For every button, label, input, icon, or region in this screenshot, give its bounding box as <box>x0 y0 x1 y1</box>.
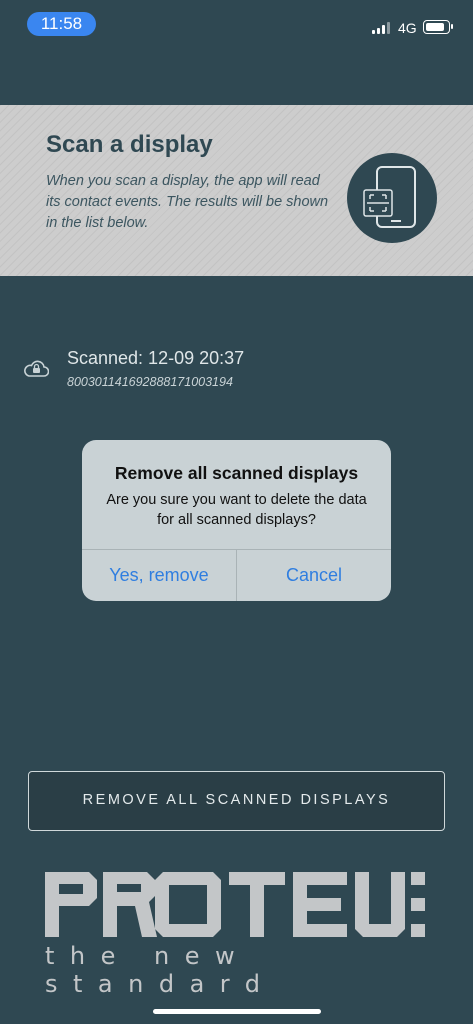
dialog-message: Are you sure you want to delete the data… <box>106 492 367 528</box>
scanned-id: 800301141692888171003194 <box>67 375 233 389</box>
yes-remove-button[interactable]: Yes, remove <box>82 550 236 601</box>
remove-confirm-dialog: Remove all scanned displays Are you sure… <box>82 440 391 601</box>
logo-tagline: the new standard <box>45 942 276 998</box>
scan-card-description: When you scan a display, the app will re… <box>46 173 329 231</box>
proteus-wordmark <box>45 872 425 937</box>
phone-scan-icon[interactable] <box>347 153 437 243</box>
battery-icon <box>423 20 453 34</box>
signal-icon <box>372 22 392 34</box>
scan-display-card: Scan a display When you scan a display, … <box>0 105 473 276</box>
dialog-title: Remove all scanned displays <box>114 463 359 483</box>
scanned-title: Scanned: 12-09 20:37 <box>67 348 245 368</box>
scan-card-title: Scan a display <box>46 131 213 158</box>
cancel-button[interactable]: Cancel <box>237 550 391 601</box>
cloud-lock-icon <box>24 360 49 377</box>
status-time: 11:58 <box>27 12 96 36</box>
home-indicator[interactable] <box>153 1009 321 1014</box>
status-bar: 11:58 4G <box>0 0 473 50</box>
list-item[interactable]: Scanned: 12-09 20:37 8003011416928881710… <box>0 345 473 395</box>
logo-wordmark-text: PROTEUS <box>425 872 426 873</box>
proteus-logo: PROTEUS <box>45 872 425 937</box>
network-type: 4G <box>398 20 417 36</box>
remove-all-button[interactable]: REMOVE ALL SCANNED DISPLAYS <box>28 771 445 831</box>
